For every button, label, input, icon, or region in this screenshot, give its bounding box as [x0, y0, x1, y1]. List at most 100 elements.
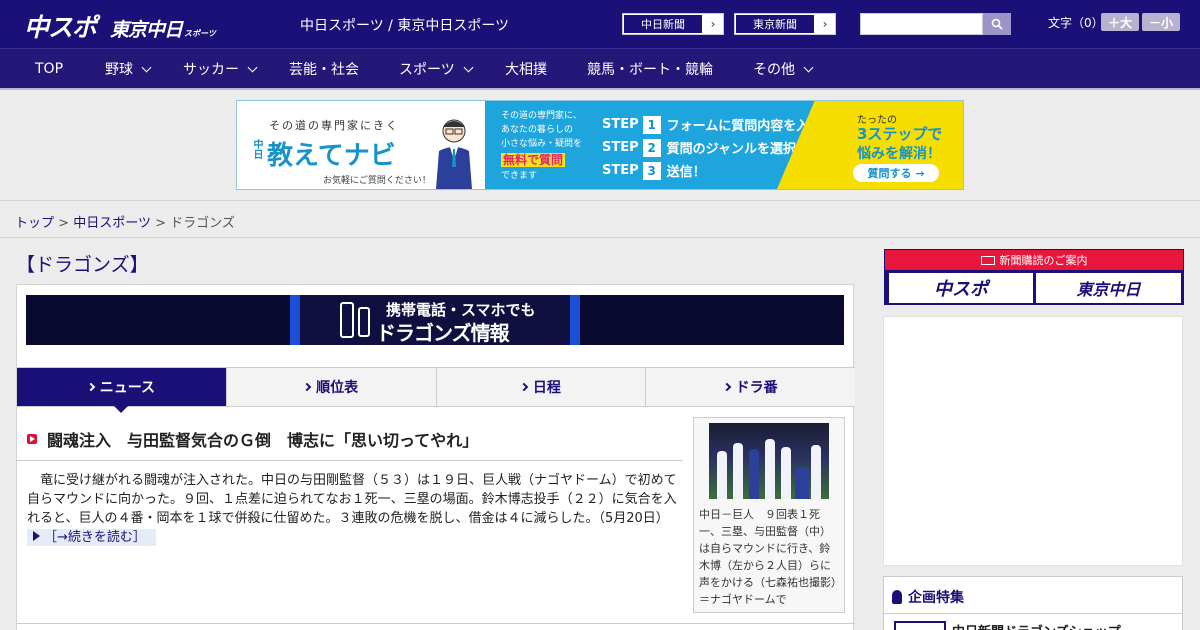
paper-link-label: 中日新聞	[623, 14, 703, 34]
chevron-right-icon: ›	[822, 17, 828, 31]
ad-step-text: フォームに質問内容を入力	[666, 119, 823, 134]
ad-step-3: STEP 3 送信！	[602, 161, 706, 180]
logo-sports-suffix: スポーツ	[184, 29, 216, 38]
chunichi-shimbun-link[interactable]: 中日新聞 ›	[622, 13, 724, 35]
ad-description: その道の専門家に、 あなたの暮らしの 小さな悩み・疑問を 無料で質問 できます	[485, 101, 597, 189]
nav-item-soccer[interactable]: サッカー	[183, 49, 258, 89]
paper-link-label: 東京新聞	[735, 14, 815, 34]
search-icon	[991, 18, 1003, 30]
ad-step-word: STEP	[602, 163, 639, 178]
feature-item-link[interactable]: 中日新聞ドラゴンズショップ	[952, 621, 1121, 630]
chevron-right-icon: ›	[710, 17, 716, 31]
site-logo[interactable]: 中スポ 東京中日 スポーツ	[24, 8, 216, 44]
nav-item-entertainment[interactable]: 芸能・社会	[289, 49, 359, 89]
main-content: 携帯電話・スマホでも ドラゴンズ情報 ニュース 順位表 日程 ドラ番 闘魂注入 …	[16, 284, 855, 630]
tab-news[interactable]: ニュース	[17, 368, 227, 413]
photo-player	[733, 443, 743, 499]
photo-player	[749, 449, 759, 499]
dragons-tabs: ニュース 順位表 日程 ドラ番	[17, 367, 855, 413]
newspaper-icon	[980, 255, 995, 265]
nav-item-sports[interactable]: スポーツ	[399, 49, 474, 89]
tab-label: ニュース	[99, 380, 156, 396]
photo-player	[795, 467, 809, 499]
font-size-label: 文字（0）	[1048, 16, 1104, 30]
logo-chuspo[interactable]: 中スポ	[24, 8, 97, 44]
divider	[17, 460, 683, 461]
photo-player	[717, 451, 727, 499]
ad-mid-line: 小さな悩み・疑問を	[501, 139, 583, 149]
main-nav: TOP 野球 サッカー 芸能・社会 スポーツ 大相撲 競馬・ボート・競輪 その他	[0, 48, 1200, 90]
feature-heading: 企画特集	[892, 587, 964, 607]
ad-brand-name: 教えてナビ	[267, 141, 396, 171]
divider	[884, 613, 1182, 614]
font-larger-button[interactable]: ＋大	[1101, 13, 1139, 31]
breadcrumb-chunichi-sports-link[interactable]: 中日スポーツ	[73, 216, 151, 231]
feature-thumbnail[interactable]	[894, 621, 946, 630]
breadcrumb-current: ドラゴンズ	[170, 216, 235, 231]
nav-item-top[interactable]: TOP	[35, 49, 63, 89]
ad-footnote: お気軽にご質問ください！	[323, 176, 431, 186]
ad-step-text: 質問のジャンルを選択	[666, 142, 796, 157]
ad-mid-tail: できます	[501, 171, 538, 181]
nav-item-label: TOP	[35, 61, 64, 77]
nav-item-racing[interactable]: 競馬・ボート・競輪	[587, 49, 713, 89]
nav-item-other[interactable]: その他	[753, 49, 814, 89]
mobile-banner-inner: 携帯電話・スマホでも ドラゴンズ情報	[290, 295, 580, 345]
oshiete-navi-banner-ad[interactable]: その道の専門家にきく 中日 教えてナビ お気軽にご質問ください！ その道の専門家…	[236, 100, 964, 190]
ad-mid-line: あなたの暮らしの	[501, 125, 574, 135]
smartphone-icon	[340, 302, 354, 338]
nav-item-sumo[interactable]: 大相撲	[505, 49, 547, 89]
font-smaller-button[interactable]: －小	[1142, 13, 1180, 31]
photo-player	[765, 439, 775, 499]
subscription-banner[interactable]: 新聞購読のご案内 中スポ 東京中日	[884, 249, 1184, 305]
nav-item-label: その他	[753, 62, 795, 78]
ad-step-number: 3	[642, 161, 661, 180]
tab-label: 順位表	[316, 380, 359, 396]
chevron-right-icon	[722, 382, 731, 392]
read-more-link[interactable]: ［→続きを読む］	[27, 529, 156, 546]
article-date: （5月20日）	[598, 511, 669, 526]
article-title-text[interactable]: 闘魂注入 与田監督気合のＧ倒 博志に「思い切ってやれ」	[47, 427, 478, 451]
pin-icon	[892, 590, 902, 604]
ad-step-number: 1	[642, 115, 661, 134]
top-header: 中スポ 東京中日 スポーツ 中日スポーツ / 東京中日スポーツ 中日新聞 › 東…	[0, 0, 1200, 48]
nav-item-label: 競馬・ボート・競輪	[587, 62, 713, 78]
subscribe-tokyo-chunichi-link[interactable]: 東京中日	[1036, 273, 1181, 303]
article-headline[interactable]: 闘魂注入 与田監督気合のＧ倒 博志に「思い切ってやれ」	[27, 427, 683, 451]
mobile-dragons-banner[interactable]: 携帯電話・スマホでも ドラゴンズ情報	[26, 295, 844, 345]
chevron-right-icon	[86, 382, 95, 392]
feature-special-box: 企画特集 中日新聞ドラゴンズショップ	[883, 576, 1183, 630]
breadcrumb-top-link[interactable]: トップ	[15, 216, 54, 231]
ad-step-number: 2	[642, 138, 661, 157]
nav-item-label: 大相撲	[505, 62, 547, 78]
logo-tokyo-chunichi[interactable]: 東京中日	[110, 15, 183, 42]
article-photo[interactable]	[709, 423, 829, 499]
advisor-illustration-icon	[436, 119, 472, 189]
ad-step-1: STEP 1 フォームに質問内容を入力	[602, 115, 822, 134]
mobile-banner-line2: ドラゴンズ情報	[376, 321, 510, 345]
ad-tagline: その道の専門家にきく	[269, 119, 399, 132]
tokyo-shimbun-link[interactable]: 東京新聞 ›	[734, 13, 836, 35]
photo-caption: 中日－巨人 ９回表１死一、三塁、与田監督（中）は自らマウンドに行き、鈴木博（左か…	[699, 508, 837, 606]
tab-dora-ban[interactable]: ドラ番	[646, 368, 855, 406]
nav-item-label: スポーツ	[399, 62, 455, 78]
ad-question-button[interactable]: 質問する →	[853, 164, 939, 182]
photo-player	[811, 445, 821, 499]
search-input[interactable]	[860, 13, 983, 35]
chevron-down-icon	[803, 62, 814, 72]
article-lead: 竜に受け継がれる闘魂が注入された。中日の与田剛監督（５３）は１９日、巨人戦（ナゴ…	[27, 473, 677, 526]
play-marker-icon	[27, 434, 37, 444]
chevron-right-icon	[302, 382, 312, 392]
sidebar-ad-slot	[883, 316, 1183, 566]
nav-item-baseball[interactable]: 野球	[105, 49, 152, 89]
tab-standings[interactable]: 順位表	[227, 368, 437, 406]
nav-item-label: サッカー	[183, 62, 239, 78]
search-button[interactable]	[983, 13, 1011, 35]
subscribe-chuspo-link[interactable]: 中スポ	[889, 273, 1033, 303]
chevron-down-icon	[141, 62, 152, 72]
page-title: 【ドラゴンズ】	[16, 254, 149, 276]
tab-schedule[interactable]: 日程	[437, 368, 647, 406]
ad-right-line3: 悩みを解消！	[857, 146, 941, 162]
ad-brand-panel: その道の専門家にきく 中日 教えてナビ お気軽にご質問ください！	[237, 101, 485, 189]
breadcrumb: トップ > 中日スポーツ > ドラゴンズ	[15, 212, 235, 231]
